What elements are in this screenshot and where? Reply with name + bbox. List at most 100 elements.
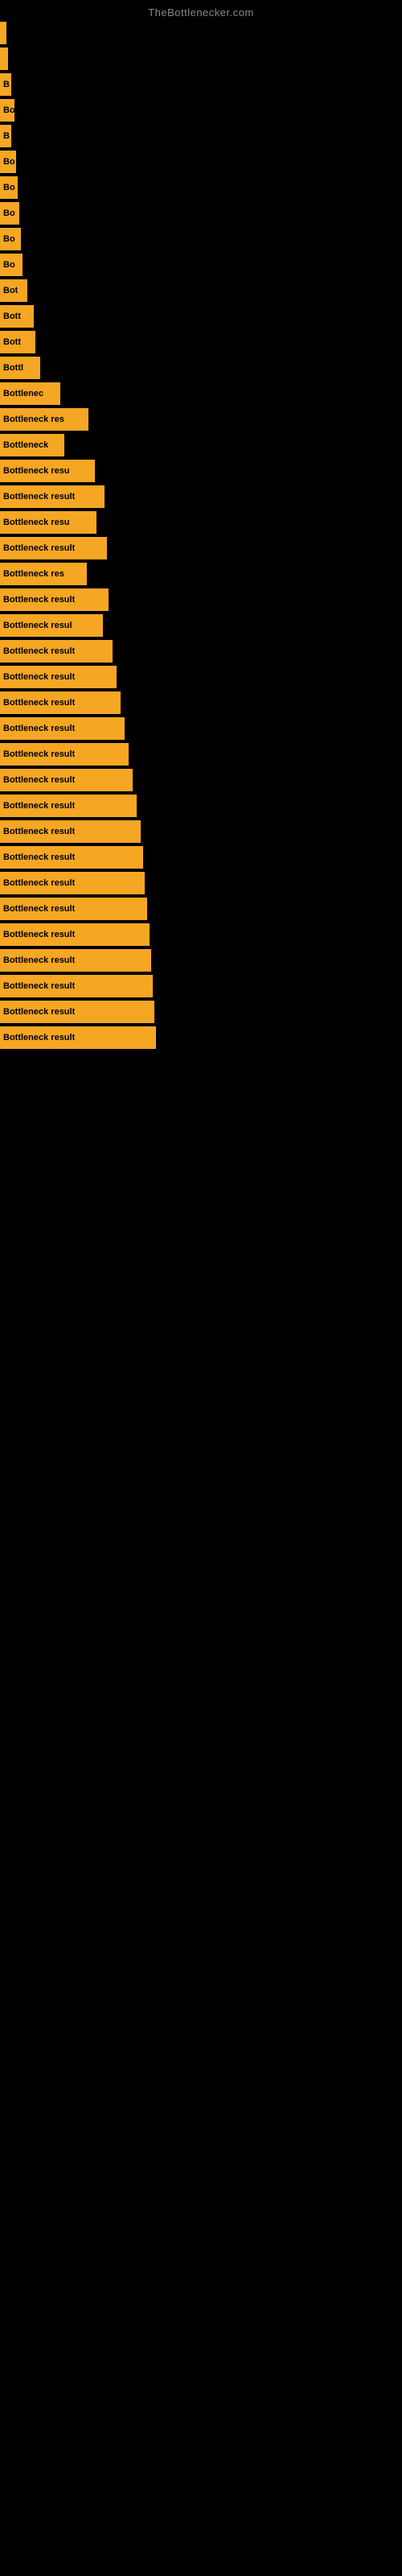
bar-row: Bottleneck result xyxy=(0,717,402,740)
bars-container: B Bo B Bo Bo Bo Bo Bo Bot Bott Bott Bottl Bottlenec B… xyxy=(0,22,402,1049)
bar-label: Bottleneck result xyxy=(3,775,75,785)
bar-item: Bottleneck result xyxy=(0,898,147,920)
bar-label: Bo xyxy=(3,157,15,167)
bar-item: Bottleneck result xyxy=(0,949,151,972)
bar-item: B xyxy=(0,73,11,96)
bar-row: Bottl xyxy=(0,357,402,379)
bar-label: Bottleneck xyxy=(3,440,48,450)
bar-label: Bot xyxy=(3,286,18,295)
bar-label: Bottleneck result xyxy=(3,595,75,605)
bar-item: Bottleneck result xyxy=(0,872,145,894)
bar-item: Bottleneck resul xyxy=(0,614,103,637)
bar-row: Bottleneck result xyxy=(0,949,402,972)
bar-item: Bottleneck result xyxy=(0,666,117,688)
bar-item: Bo xyxy=(0,254,23,276)
bar-row: Bottleneck result xyxy=(0,795,402,817)
bar-item: Bottleneck result xyxy=(0,717,125,740)
bar-item: Bottleneck result xyxy=(0,975,153,997)
bar-row: Bottleneck result xyxy=(0,1001,402,1023)
bar-row: Bottleneck result xyxy=(0,846,402,869)
bar-item: Bottleneck res xyxy=(0,563,87,585)
bar-item: Bottleneck result xyxy=(0,588,109,611)
bar-item: Bottlenec xyxy=(0,382,60,405)
bar-label: Bo xyxy=(3,260,15,270)
bar-label: Bottleneck result xyxy=(3,981,75,991)
bar-row: B xyxy=(0,73,402,96)
site-title: TheBottlenecker.com xyxy=(0,0,402,22)
bar-row: Bottleneck res xyxy=(0,563,402,585)
bar-item: Bottleneck result xyxy=(0,691,121,714)
bar-label: Bottleneck result xyxy=(3,724,75,733)
bar-item: Bottleneck result xyxy=(0,485,105,508)
bar-row: Bo xyxy=(0,99,402,122)
bar-label: Bottleneck res xyxy=(3,415,64,424)
bar-row: Bottlenec xyxy=(0,382,402,405)
bar-label: Bo xyxy=(3,234,15,244)
bar-row xyxy=(0,22,402,44)
bar-item: Bottleneck result xyxy=(0,795,137,817)
bar-label: Bottleneck res xyxy=(3,569,64,579)
bar-item: Bottleneck res xyxy=(0,408,88,431)
bar-item: Bottleneck resu xyxy=(0,511,96,534)
bar-label: Bottleneck result xyxy=(3,543,75,553)
bar-item: Bottleneck result xyxy=(0,820,141,843)
bar-label: Bo xyxy=(3,105,14,115)
bar-item: Bottleneck result xyxy=(0,923,150,946)
bar-item: Bo xyxy=(0,202,19,225)
bar-label: Bottleneck result xyxy=(3,878,75,888)
bar-label: Bottleneck result xyxy=(3,930,75,939)
bar-row: Bottleneck xyxy=(0,434,402,456)
bar-label: Bottleneck resu xyxy=(3,466,70,476)
bar-row: Bo xyxy=(0,254,402,276)
bar-row: Bottleneck result xyxy=(0,872,402,894)
bar-label: Bo xyxy=(3,208,15,218)
bar-label: Bottleneck result xyxy=(3,956,75,965)
bar-item: Bottleneck result xyxy=(0,640,113,663)
bar-row: Bottleneck result xyxy=(0,588,402,611)
bar-label: Bottleneck result xyxy=(3,672,75,682)
bar-label: Bott xyxy=(3,312,21,321)
bar-row: Bottleneck resu xyxy=(0,511,402,534)
bar-row: Bott xyxy=(0,305,402,328)
bar-row: Bottleneck result xyxy=(0,820,402,843)
bar-item: Bo xyxy=(0,228,21,250)
bar-item: Bo xyxy=(0,176,18,199)
bar-row: Bottleneck result xyxy=(0,923,402,946)
bar-row: Bo xyxy=(0,202,402,225)
bar-row: Bottleneck result xyxy=(0,1026,402,1049)
bar-label: Bottlenec xyxy=(3,389,43,398)
bar-item xyxy=(0,22,6,44)
bar-row: B xyxy=(0,125,402,147)
bar-label: Bottleneck result xyxy=(3,492,75,502)
bar-row: Bottleneck result xyxy=(0,898,402,920)
bar-item: Bottleneck result xyxy=(0,846,143,869)
bar-label: Bottleneck result xyxy=(3,827,75,836)
bar-item: Bot xyxy=(0,279,27,302)
bar-item: Bottl xyxy=(0,357,40,379)
bar-row: Bottleneck result xyxy=(0,640,402,663)
bar-label: Bott xyxy=(3,337,21,347)
bar-label: Bo xyxy=(3,183,15,192)
bar-label: Bottleneck resul xyxy=(3,621,72,630)
bar-label: Bottleneck result xyxy=(3,1007,75,1017)
bar-row: Bottleneck result xyxy=(0,975,402,997)
bar-row: Bottleneck result xyxy=(0,666,402,688)
bar-item: Bottleneck result xyxy=(0,1001,154,1023)
bar-item: Bottleneck result xyxy=(0,769,133,791)
bar-label: Bottleneck result xyxy=(3,749,75,759)
bar-row: Bottleneck result xyxy=(0,537,402,559)
bar-label: Bottleneck result xyxy=(3,801,75,811)
bar-row: Bottleneck resul xyxy=(0,614,402,637)
bar-item: Bottleneck xyxy=(0,434,64,456)
bar-label: Bottleneck result xyxy=(3,646,75,656)
bar-item: Bottleneck resu xyxy=(0,460,95,482)
bar-item: Bott xyxy=(0,305,34,328)
bar-row: Bottleneck result xyxy=(0,769,402,791)
bar-label: B xyxy=(3,80,10,89)
bar-row xyxy=(0,47,402,70)
bar-item: Bottleneck result xyxy=(0,743,129,766)
bar-row: Bo xyxy=(0,151,402,173)
bar-label: Bottleneck result xyxy=(3,904,75,914)
bar-item: Bo xyxy=(0,99,14,122)
bar-label: Bottl xyxy=(3,363,23,373)
